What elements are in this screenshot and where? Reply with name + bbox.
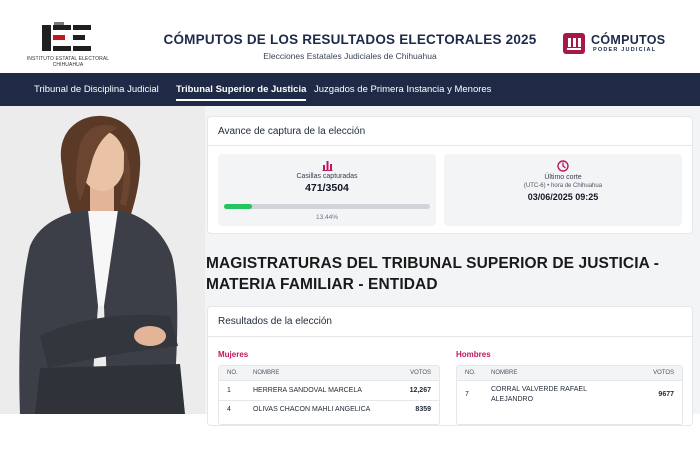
progress-card: Avance de captura de la elección Casilla… — [207, 116, 693, 234]
clock-icon — [557, 160, 569, 172]
page-subtitle: Elecciones Estatales Judiciales de Chihu… — [263, 51, 437, 61]
row-name: HERRERA SANDOVAL MARCELA — [253, 387, 362, 394]
col-name: NOMBRE — [253, 370, 280, 376]
table-row[interactable]: 1 HERRERA SANDOVAL MARCELA 12,267 — [219, 380, 439, 400]
row-no: 7 — [465, 391, 469, 398]
men-results-table: NO. NOMBRE VOTOS 7 CORRAL VALVERDE RAFAE… — [456, 365, 683, 425]
women-group-title: Mujeres — [218, 350, 249, 359]
casillas-label: Casillas capturadas — [296, 173, 358, 180]
candidate-photo — [0, 106, 205, 414]
election-section-title: MAGISTRATURAS DEL TRIBUNAL SUPERIOR DE J… — [206, 255, 659, 293]
col-votes: VOTOS — [653, 370, 674, 376]
table-row[interactable]: 7 CORRAL VALVERDE RAFAEL ALEJANDRO 9677 — [457, 380, 682, 412]
corte-label: Último corte — [544, 174, 582, 181]
computos-brand-name: CÓMPUTOS — [591, 33, 666, 47]
computos-logo-icon — [563, 33, 585, 54]
ultimo-corte-stat: Último corte (UTC-6) • hora de Chihuahua… — [444, 154, 682, 226]
casillas-stat: Casillas capturadas 471/3504 13.44% — [218, 154, 436, 226]
main-nav: Tribunal de Disciplina Judicial Tribunal… — [0, 73, 700, 106]
row-no: 1 — [227, 387, 231, 394]
tab-tribunal-superior[interactable]: Tribunal Superior de Justicia — [176, 73, 307, 106]
computos-brand-sub: PODER JUDICIAL — [593, 47, 657, 53]
iee-logo[interactable]: INSTITUTO ESTATAL ELECTORAL CHIHUAHUA — [22, 22, 112, 68]
tab-juzgados-primera-instancia[interactable]: Juzgados de Primera Instancia y Menores — [314, 73, 491, 106]
computos-logo[interactable]: CÓMPUTOS PODER JUDICIAL — [563, 33, 683, 55]
col-no: NO. — [465, 370, 476, 376]
page-header: INSTITUTO ESTATAL ELECTORAL CHIHUAHUA CÓ… — [0, 0, 700, 73]
capture-progress-percent: 13.44% — [315, 214, 339, 221]
table-row[interactable]: 4 OLIVAS CHACON MAHLI ANGELICA 8359 — [219, 400, 439, 420]
row-no: 4 — [227, 406, 231, 413]
tab-disciplina-judicial[interactable]: Tribunal de Disciplina Judicial — [34, 73, 159, 106]
card-divider — [208, 336, 692, 337]
corte-value: 03/06/2025 09:25 — [527, 192, 599, 202]
men-group-title: Hombres — [456, 350, 491, 359]
table-header: NO. NOMBRE VOTOS — [219, 366, 439, 380]
progress-card-title: Avance de captura de la elección — [218, 126, 366, 137]
capture-progress-bar — [224, 204, 430, 209]
row-votes: 8359 — [415, 406, 431, 413]
women-results-table: NO. NOMBRE VOTOS 1 HERRERA SANDOVAL MARC… — [218, 365, 440, 425]
row-votes: 12,267 — [409, 387, 431, 394]
candidate-portrait-image — [0, 106, 205, 414]
iee-logo-icon — [42, 22, 91, 51]
row-votes: 9677 — [658, 391, 674, 398]
row-name-line1: CORRAL VALVERDE RAFAEL — [491, 386, 587, 393]
bar-chart-icon — [322, 161, 332, 171]
row-name: OLIVAS CHACON MAHLI ANGELICA — [253, 406, 371, 413]
title-block: CÓMPUTOS DE LOS RESULTADOS ELECTORALES 2… — [140, 32, 560, 61]
page-title: CÓMPUTOS DE LOS RESULTADOS ELECTORALES 2… — [163, 32, 537, 47]
capture-progress-fill — [224, 204, 252, 209]
casillas-value: 471/3504 — [305, 182, 349, 194]
results-card-title: Resultados de la elección — [218, 316, 332, 327]
card-divider — [208, 145, 692, 146]
col-name: NOMBRE — [491, 370, 518, 376]
results-card: Resultados de la elección Mujeres NO. NO… — [207, 306, 693, 426]
iee-logo-text: INSTITUTO ESTATAL ELECTORAL CHIHUAHUA — [26, 56, 110, 68]
row-name-line2: ALEJANDRO — [491, 396, 534, 403]
corte-timezone: (UTC-6) • hora de Chihuahua — [523, 183, 603, 189]
col-no: NO. — [227, 370, 238, 376]
table-header: NO. NOMBRE VOTOS — [457, 366, 682, 380]
col-votes: VOTOS — [410, 370, 431, 376]
